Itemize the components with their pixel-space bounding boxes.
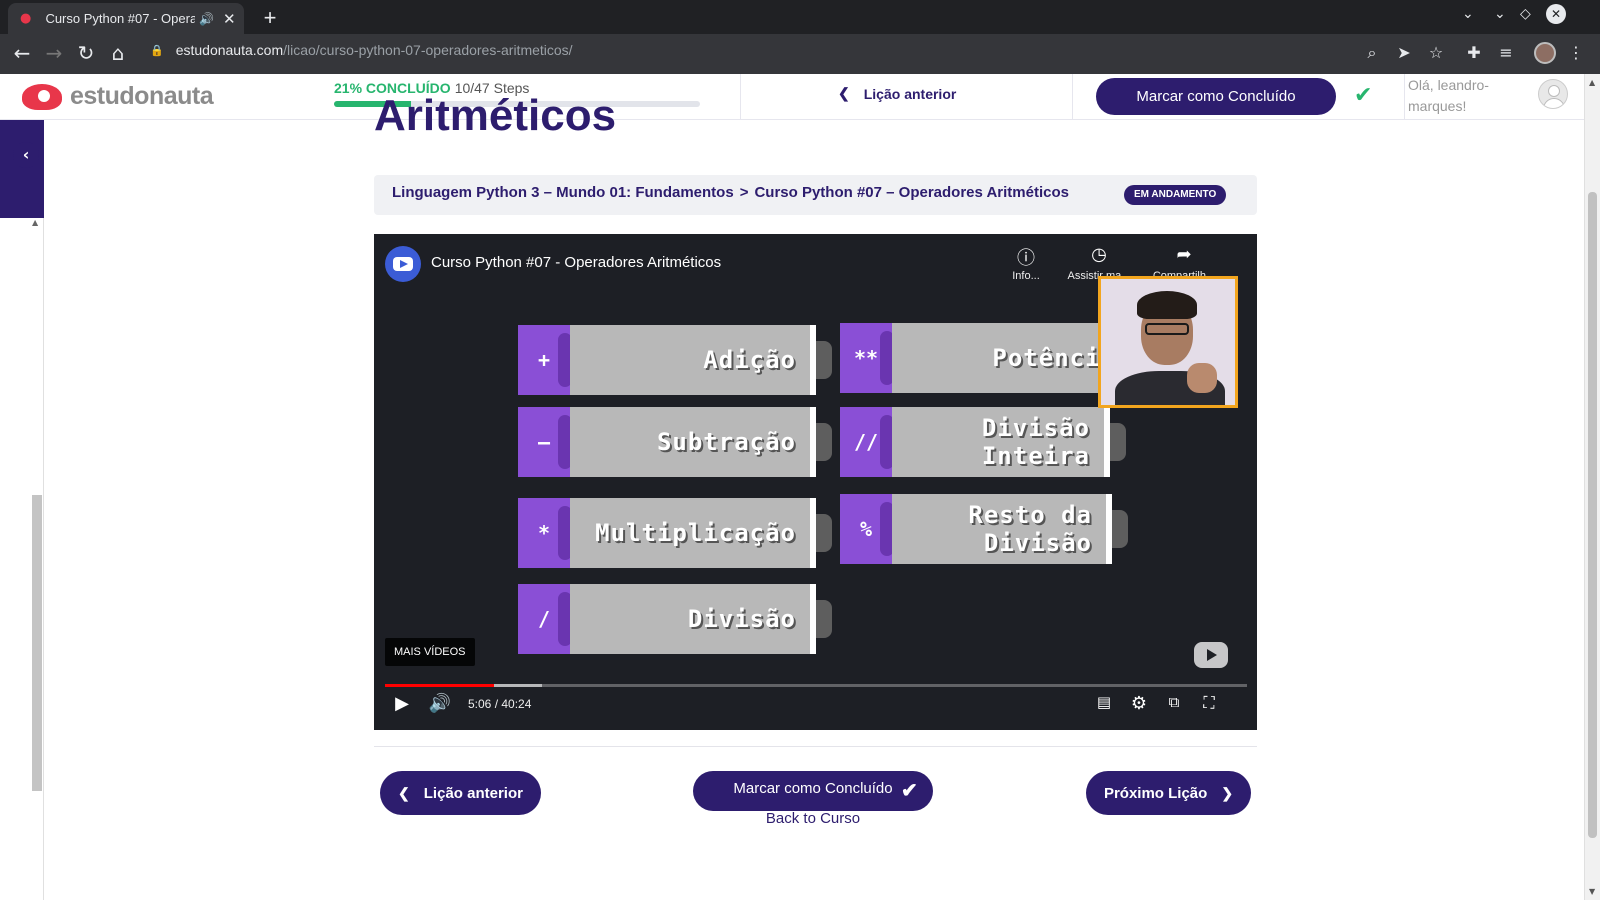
sidebar-toggle[interactable]: ‹	[0, 120, 44, 218]
logo-text: estudonauta	[70, 81, 214, 110]
breadcrumb-bar: Linguagem Python 3 – Mundo 01: Fundament…	[374, 175, 1257, 215]
more-videos-button[interactable]: MAIS VÍDEOS	[385, 638, 475, 666]
prev-lesson-label: Lição anterior	[423, 784, 523, 802]
mark-complete-button[interactable]: Marcar como Concluído ✔	[693, 771, 933, 811]
url-field[interactable]: 🔒 estudonauta.com/licao/curso-python-07-…	[150, 42, 573, 58]
presenter-webcam	[1098, 276, 1238, 408]
tab-search-icon[interactable]: ⌄	[1462, 6, 1474, 22]
play-icon[interactable]: ▶	[389, 693, 415, 714]
page-scrollbar-thumb[interactable]	[1588, 192, 1597, 838]
extensions-puzzle-icon[interactable]: ✚	[1464, 43, 1484, 62]
mark-complete-label: Marcar como Concluído	[733, 780, 893, 797]
breadcrumb-lesson-link[interactable]: Curso Python #07 – Operadores Aritmético…	[754, 184, 1069, 201]
forward-arrow-icon[interactable]: →	[42, 41, 66, 65]
tab-close-icon[interactable]: ✕	[222, 10, 236, 28]
back-to-course-link[interactable]: Back to Curso	[693, 810, 933, 827]
video-player[interactable]: Curso Python #07 - Operadores Aritmético…	[374, 234, 1257, 730]
settings-gear-icon[interactable]: ⚙	[1126, 693, 1152, 714]
next-lesson-label: Próximo Lição	[1103, 784, 1208, 802]
browser-tab-bar: ● Curso Python #07 - Operadores Aritméti…	[0, 0, 1600, 34]
window-close-icon[interactable]: ✕	[1546, 4, 1566, 24]
home-icon[interactable]: ⌂	[106, 41, 130, 65]
bookmark-star-icon[interactable]: ☆	[1426, 43, 1446, 62]
maximize-icon[interactable]: ◇	[1520, 6, 1531, 22]
video-played-bar	[385, 684, 494, 687]
video-info-button[interactable]: ⓘ Info...	[986, 244, 1066, 282]
status-badge: EM ANDAMENTO	[1124, 185, 1227, 205]
page-scrollbar[interactable]: ▲ ▼	[1584, 74, 1600, 900]
clock-icon: ◷	[1091, 244, 1107, 265]
address-bar: ← → ↻ ⌂ 🔒 estudonauta.com/licao/curso-py…	[0, 34, 1600, 74]
site-logo[interactable]: estudonauta	[18, 80, 214, 112]
operator-name: Adição	[703, 346, 796, 374]
tab-title: Curso Python #07 - Operadores Aritmético…	[45, 11, 196, 26]
new-tab-button[interactable]: +	[260, 5, 280, 31]
send-icon[interactable]: ➤	[1394, 43, 1414, 62]
next-lesson-button[interactable]: Próximo Lição ❯	[1086, 771, 1251, 815]
astronaut-logo-icon	[18, 80, 68, 112]
reload-icon[interactable]: ↻	[74, 41, 98, 65]
info-icon: ⓘ	[1017, 248, 1035, 269]
breadcrumb-course-link[interactable]: Linguagem Python 3 – Mundo 01: Fundament…	[392, 184, 734, 201]
video-time-display: 5:06 / 40:24	[468, 697, 532, 711]
video-progress-bar[interactable]	[385, 684, 1247, 687]
youtube-logo-icon[interactable]	[1194, 642, 1228, 668]
scroll-up-arrow-icon[interactable]: ▲	[32, 218, 38, 227]
chevron-right-icon: ❯	[1221, 784, 1234, 801]
operator-name: Subtração	[656, 428, 796, 456]
sidebar-scrollbar-thumb[interactable]	[32, 495, 42, 791]
video-title[interactable]: Curso Python #07 - Operadores Aritmético…	[431, 254, 721, 271]
scroll-down-arrow-icon[interactable]: ▼	[1589, 887, 1595, 896]
lock-icon: 🔒	[150, 44, 164, 57]
scroll-up-arrow-icon[interactable]: ▲	[1589, 78, 1595, 87]
breadcrumb-separator: >	[739, 184, 749, 201]
browser-profile-avatar[interactable]	[1534, 42, 1556, 64]
media-queue-icon[interactable]: ≡	[1496, 43, 1516, 62]
operator-name: Resto da Divisão	[968, 501, 1092, 557]
prev-lesson-button[interactable]: ❮ Lição anterior	[380, 771, 541, 815]
browser-tab[interactable]: ● Curso Python #07 - Operadores Aritméti…	[8, 3, 244, 34]
site-favicon-icon: ●	[20, 10, 32, 26]
video-info-label: Info...	[1012, 270, 1040, 282]
url-path: /licao/curso-python-07-operadores-aritme…	[283, 42, 573, 58]
operator-name: Divisão	[687, 605, 796, 633]
minimize-icon[interactable]: ⌄	[1494, 6, 1506, 22]
channel-avatar-icon[interactable]	[385, 246, 421, 282]
chevron-left-icon: ‹	[13, 142, 39, 168]
checkmark-icon: ✔	[901, 780, 918, 802]
browser-menu-icon[interactable]: ⋮	[1566, 43, 1586, 62]
operator-name: Multiplicação	[595, 519, 796, 547]
content-divider	[374, 746, 1257, 747]
operator-name: Divisão Inteira	[981, 414, 1090, 470]
url-host: estudonauta.com	[175, 42, 284, 58]
fullscreen-icon[interactable]: ⛶	[1196, 693, 1222, 713]
volume-icon[interactable]: 🔊	[427, 693, 453, 714]
tab-audio-icon[interactable]: 🔊	[199, 12, 214, 26]
breadcrumb: Linguagem Python 3 – Mundo 01: Fundament…	[392, 184, 1069, 201]
zoom-icon[interactable]: ⌕	[1362, 43, 1382, 63]
cast-icon[interactable]: ⧉	[1161, 693, 1187, 711]
back-arrow-icon[interactable]: ←	[10, 41, 34, 65]
chevron-left-icon: ❮	[398, 784, 410, 801]
share-icon: ➦	[1176, 244, 1192, 265]
subtitles-icon[interactable]: ▤	[1091, 693, 1117, 711]
